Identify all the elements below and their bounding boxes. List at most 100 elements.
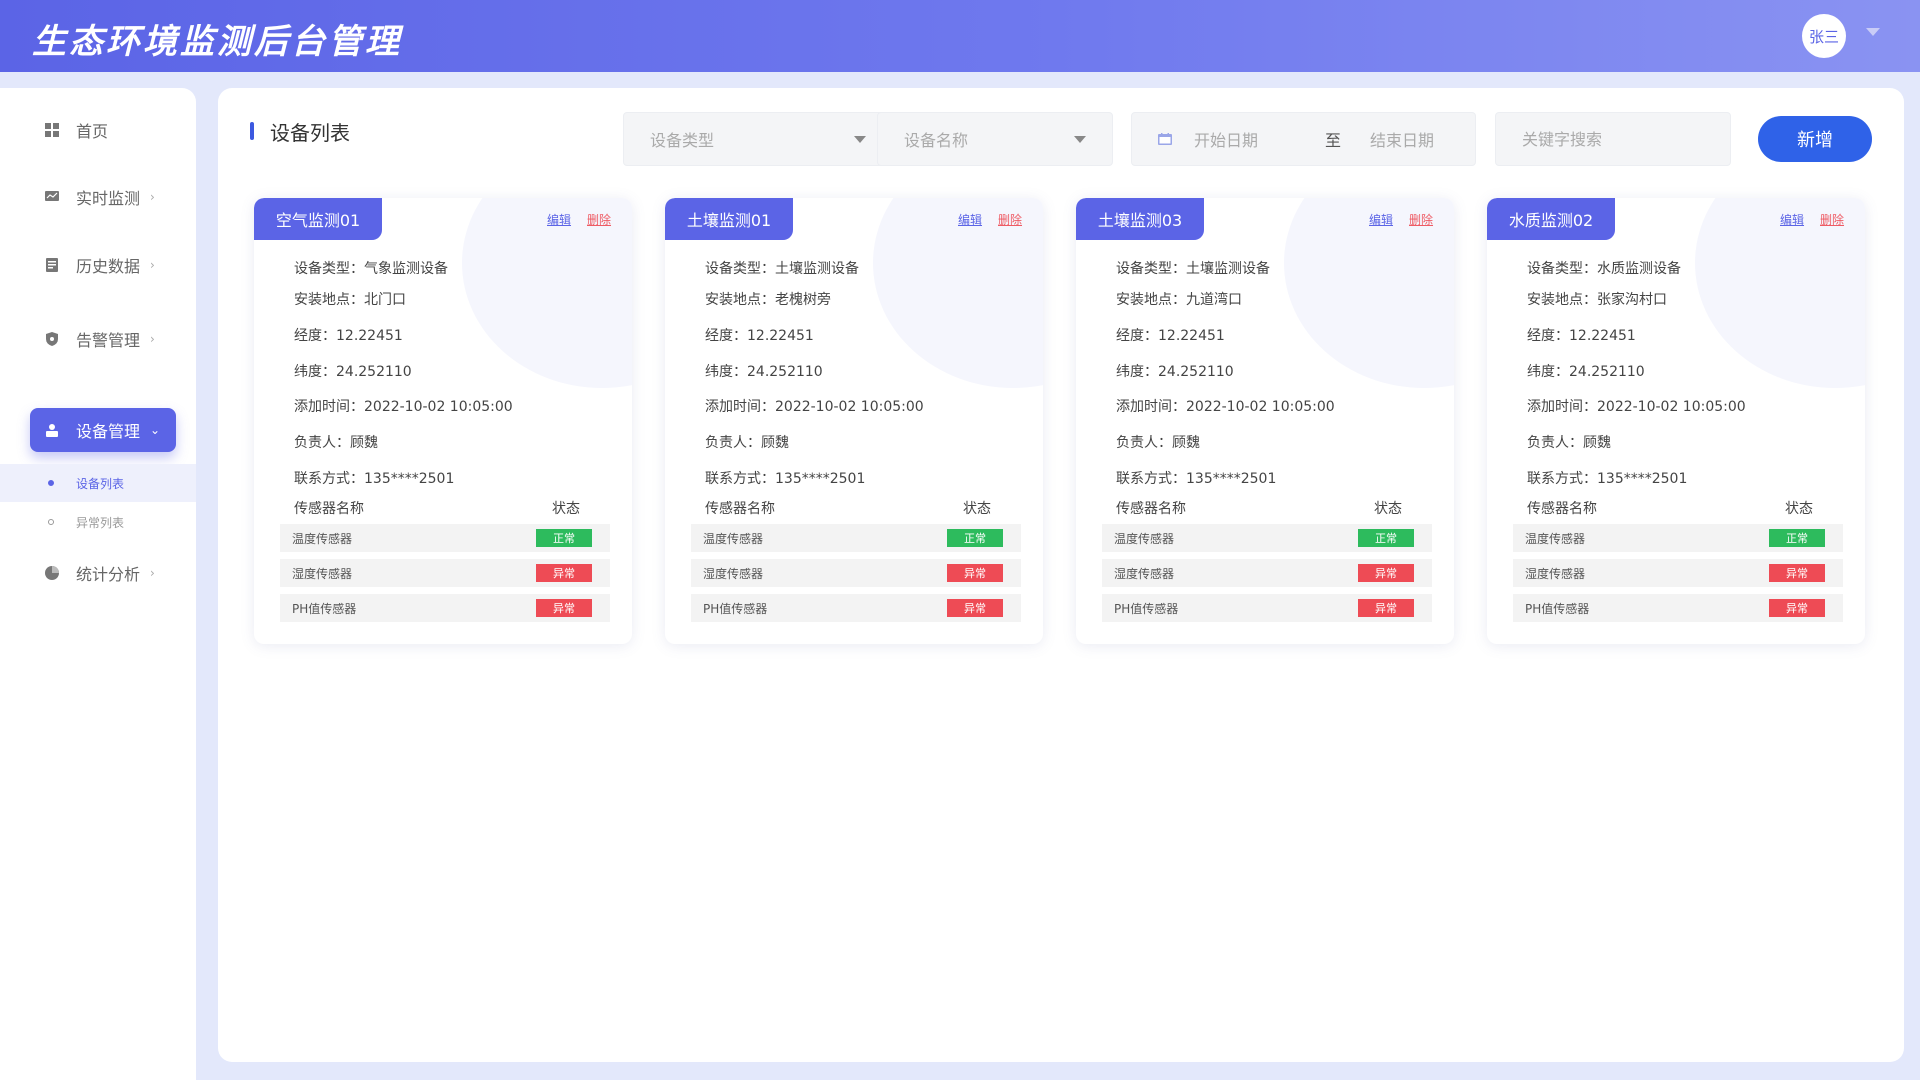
field-value: 九道湾口 <box>1186 292 1242 308</box>
field-value: 135****2501 <box>775 471 866 487</box>
sensor-name: PH值传感器 <box>1525 601 1590 616</box>
sensor-row: 温度传感器 正常 <box>691 524 1021 552</box>
sensor-name: 湿度传感器 <box>1114 566 1175 581</box>
sensor-row: PH值传感器 异常 <box>1513 594 1843 622</box>
keyword-search-input[interactable] <box>1496 129 1730 149</box>
longitude-field: 经度：12.22451 <box>294 325 403 345</box>
field-label: 联系方式： <box>1527 471 1597 487</box>
sensor-name-header: 传感器名称 <box>705 501 775 517</box>
sensor-name: PH值传感器 <box>1114 601 1179 616</box>
field-value: 2022-10-02 10:05:00 <box>1597 399 1746 415</box>
monitor-icon <box>44 189 60 205</box>
field-value: 135****2501 <box>1186 471 1277 487</box>
sidebar-subitem-device-list[interactable]: 设备列表 <box>0 464 196 502</box>
owner-field: 负责人：顾魏 <box>1527 432 1611 452</box>
sidebar-item-device-management[interactable]: 设备管理 ⌄ <box>30 408 176 452</box>
field-value: 张家沟村口 <box>1597 292 1667 308</box>
document-icon <box>44 257 60 273</box>
latitude-field: 纬度：24.252110 <box>1527 361 1645 381</box>
owner-field: 负责人：顾魏 <box>1116 432 1200 452</box>
end-date-input[interactable]: 结束日期 <box>1370 127 1434 151</box>
sidebar-item-realtime[interactable]: 实时监测 › <box>30 175 176 219</box>
chevron-right-icon: › <box>150 258 155 272</box>
sensor-name: 温度传感器 <box>292 531 353 546</box>
user-avatar[interactable]: 张三 <box>1802 14 1846 58</box>
added-time-field: 添加时间：2022-10-02 10:05:00 <box>1527 396 1746 416</box>
sensor-name-header: 传感器名称 <box>1116 501 1186 517</box>
field-label: 设备类型： <box>705 261 775 277</box>
sensor-name: 温度传感器 <box>1525 531 1586 546</box>
chevron-right-icon: › <box>150 332 155 346</box>
delete-link[interactable]: 删除 <box>1409 211 1433 228</box>
chevron-down-icon[interactable] <box>1866 28 1880 36</box>
edit-link[interactable]: 编辑 <box>958 211 982 228</box>
device-card: 水质监测02 编辑 删除 设备类型：水质监测设备 安装地点：张家沟村口 经度：1… <box>1487 198 1865 644</box>
sidebar-subitem-label: 异常列表 <box>76 515 125 530</box>
field-label: 安装地点： <box>294 292 364 308</box>
shield-icon <box>44 331 60 347</box>
sidebar-subitem-abnormal-list[interactable]: 异常列表 <box>0 503 196 541</box>
add-device-button[interactable]: 新增 <box>1758 116 1872 162</box>
field-value: 顾魏 <box>1172 435 1200 451</box>
status-header: 状态 <box>552 501 580 517</box>
field-label: 经度： <box>1116 328 1158 344</box>
owner-field: 负责人：顾魏 <box>294 432 378 452</box>
field-value: 12.22451 <box>336 328 403 344</box>
device-card: 土壤监测03 编辑 删除 设备类型：土壤监测设备 安装地点：九道湾口 经度：12… <box>1076 198 1454 644</box>
chevron-down-icon <box>1074 135 1086 143</box>
edit-link[interactable]: 编辑 <box>1780 211 1804 228</box>
sidebar-subitem-label: 设备列表 <box>76 476 125 491</box>
field-label: 设备类型： <box>294 261 364 277</box>
device-type-field: 设备类型：土壤监测设备 <box>1116 258 1270 278</box>
field-value: 顾魏 <box>1583 435 1611 451</box>
sidebar-item-statistics[interactable]: 统计分析 › <box>30 551 176 595</box>
added-time-field: 添加时间：2022-10-02 10:05:00 <box>294 396 513 416</box>
owner-field: 负责人：顾魏 <box>705 432 789 452</box>
sensor-row: 温度传感器 正常 <box>1102 524 1432 552</box>
status-badge: 正常 <box>947 529 1003 547</box>
field-label: 负责人： <box>1527 435 1583 451</box>
field-label: 纬度： <box>705 364 747 380</box>
delete-link[interactable]: 删除 <box>1820 211 1844 228</box>
device-name-select[interactable]: 设备名称 <box>877 112 1113 166</box>
field-value: 北门口 <box>364 292 406 308</box>
device-card-title: 空气监测01 <box>254 198 382 240</box>
field-value: 土壤监测设备 <box>775 261 859 277</box>
sidebar-item-label: 设备管理 <box>76 422 141 441</box>
app-title: 生态环境监测后台管理 <box>32 22 402 62</box>
edit-link[interactable]: 编辑 <box>1369 211 1393 228</box>
sidebar-item-history[interactable]: 历史数据 › <box>30 243 176 287</box>
delete-link[interactable]: 删除 <box>998 211 1022 228</box>
edit-link[interactable]: 编辑 <box>547 211 571 228</box>
status-badge: 异常 <box>536 564 592 582</box>
field-label: 负责人： <box>705 435 761 451</box>
sensor-name: PH值传感器 <box>292 601 357 616</box>
grid-icon <box>44 122 60 138</box>
longitude-field: 经度：12.22451 <box>1527 325 1636 345</box>
sensor-name: 温度传感器 <box>1114 531 1175 546</box>
sensor-row: 湿度传感器 异常 <box>1513 559 1843 587</box>
sidebar-item-home[interactable]: 首页 <box>30 108 176 152</box>
delete-link[interactable]: 删除 <box>587 211 611 228</box>
bullet-icon <box>48 480 54 486</box>
page-title: 设备列表 <box>250 120 350 145</box>
sensor-name-header: 传感器名称 <box>1527 501 1597 517</box>
status-badge: 正常 <box>1358 529 1414 547</box>
date-range-picker[interactable]: 开始日期 至 结束日期 <box>1131 112 1476 166</box>
added-time-field: 添加时间：2022-10-02 10:05:00 <box>1116 396 1335 416</box>
sensor-name: PH值传感器 <box>703 601 768 616</box>
sensor-row: 湿度传感器 异常 <box>691 559 1021 587</box>
device-type-select[interactable]: 设备类型 <box>623 112 893 166</box>
field-label: 安装地点： <box>1527 292 1597 308</box>
sidebar-item-alarm[interactable]: 告警管理 › <box>30 317 176 361</box>
keyword-search <box>1495 112 1731 166</box>
status-badge: 异常 <box>1358 599 1414 617</box>
status-badge: 异常 <box>1358 564 1414 582</box>
status-badge: 异常 <box>947 564 1003 582</box>
field-label: 设备类型： <box>1527 261 1597 277</box>
sensor-name: 湿度传感器 <box>703 566 764 581</box>
start-date-input[interactable]: 开始日期 <box>1194 127 1304 151</box>
chevron-right-icon: › <box>150 190 155 204</box>
field-label: 安装地点： <box>1116 292 1186 308</box>
device-type-field: 设备类型：水质监测设备 <box>1527 258 1681 278</box>
